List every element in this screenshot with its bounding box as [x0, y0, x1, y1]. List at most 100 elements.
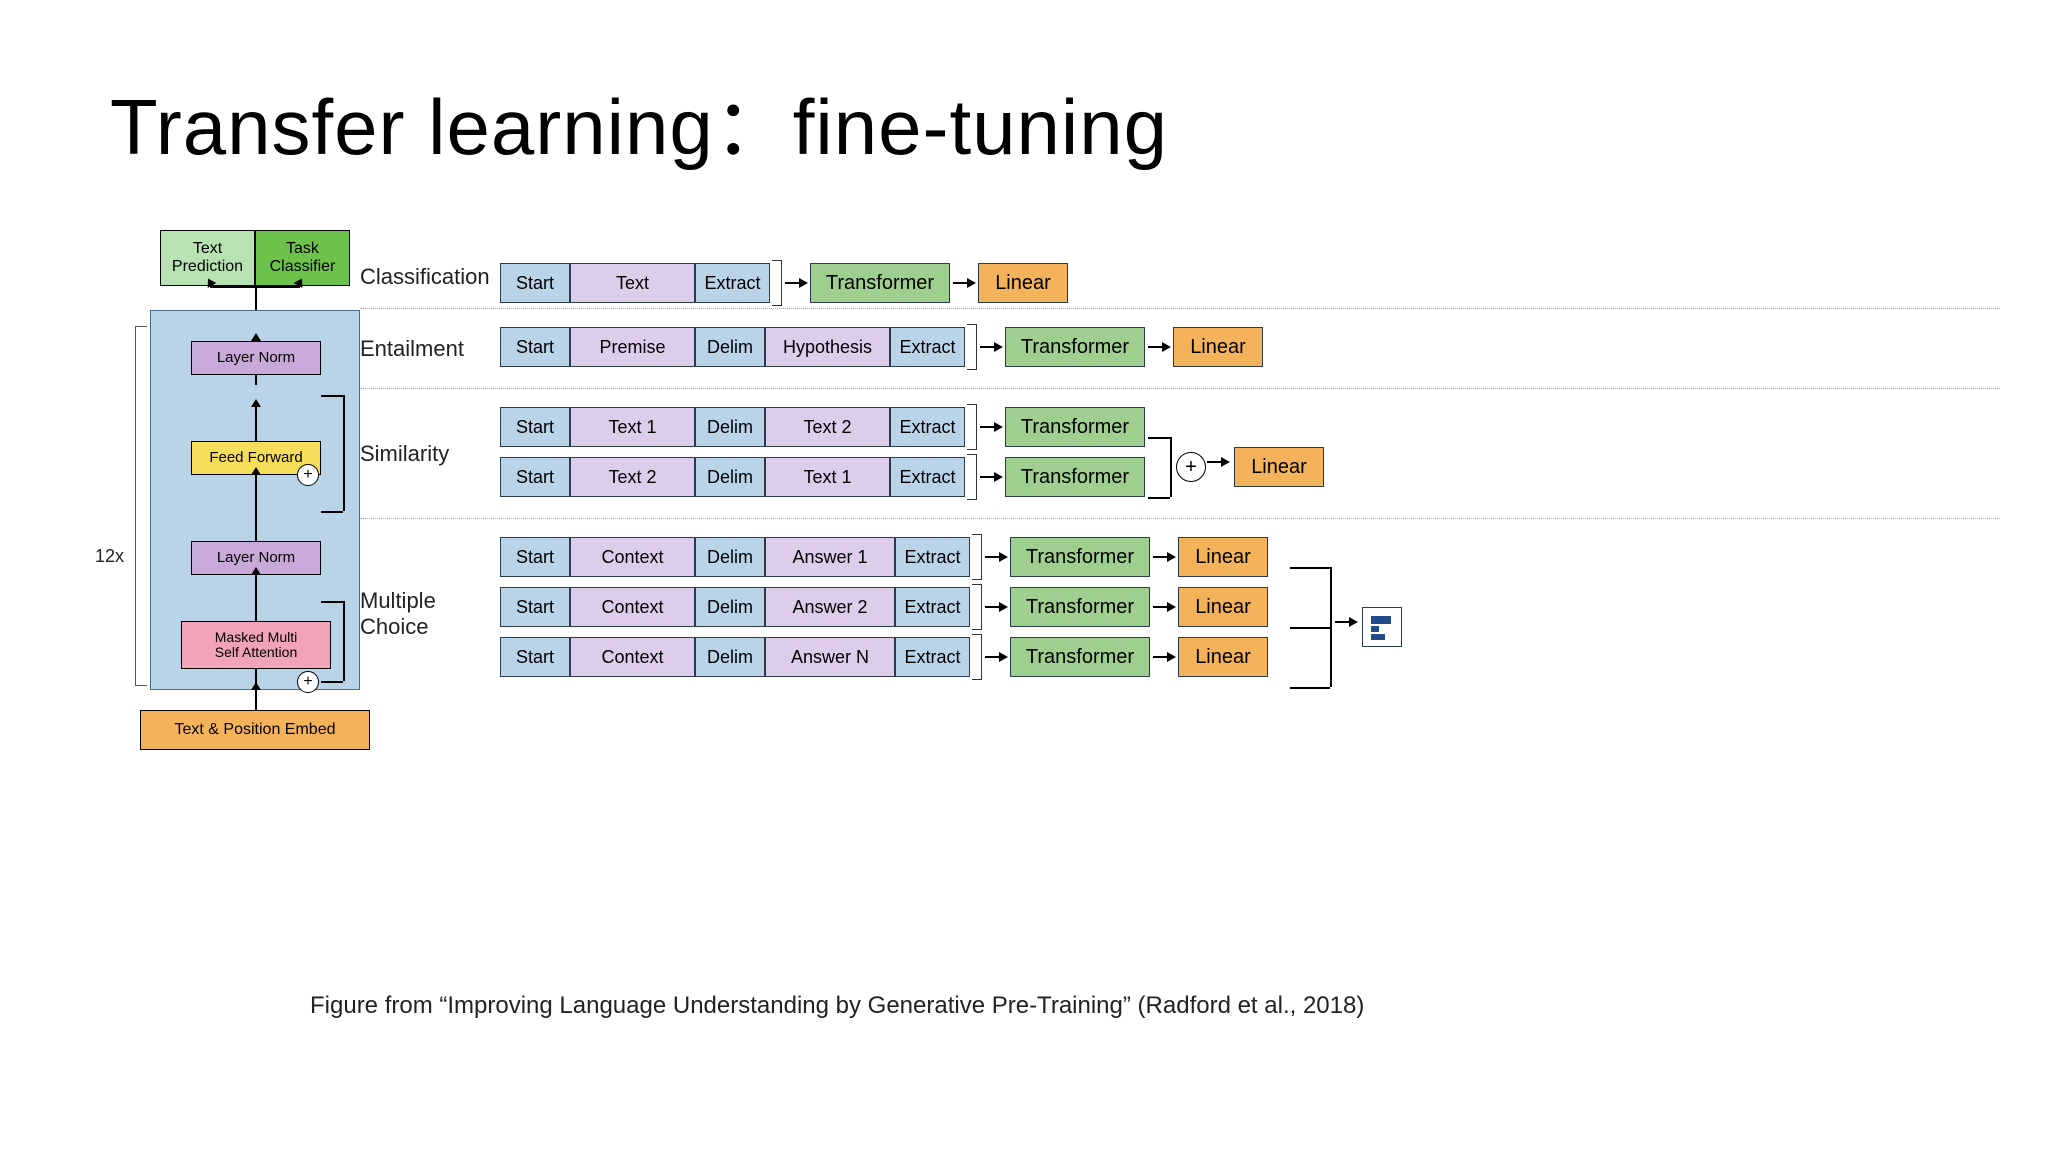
tok-text1: Text 1	[765, 457, 890, 497]
slide-title: Transfer learning：fine-tuning	[110, 65, 1168, 177]
diagram-stage: Text Prediction Task Classifier 12x Laye…	[0, 230, 2048, 1050]
arrow-icon	[1332, 617, 1360, 627]
bracket-icon	[967, 454, 977, 500]
architecture-column: Text Prediction Task Classifier 12x Laye…	[100, 230, 360, 750]
row-classification: Classification Start Text Extract Transf…	[360, 245, 2000, 309]
transformer-box: Transformer	[1010, 537, 1150, 577]
label-classification: Classification	[360, 264, 495, 290]
row-similarity: Similarity Start Text 1 Delim Text 2 Ext…	[360, 389, 2000, 519]
residual-add-top: +	[297, 464, 319, 486]
transformer-box: Transformer	[1010, 637, 1150, 677]
masked-self-attention-text: Masked Multi Self Attention	[181, 621, 331, 669]
tok-hypothesis: Hypothesis	[765, 327, 890, 367]
figure-caption: Figure from “Improving Language Understa…	[310, 992, 1364, 1020]
linear-box: Linear	[978, 263, 1068, 303]
arrow-icon	[1150, 602, 1178, 612]
arrow-icon	[982, 652, 1010, 662]
seq-entailment: Start Premise Delim Hypothesis Extract T…	[500, 327, 2000, 367]
tok-extract: Extract	[695, 263, 770, 303]
caption-quote: “Improving Language Understanding by Gen…	[439, 992, 1131, 1019]
tok-delim: Delim	[695, 457, 765, 497]
seq-mc-n: Start Context Delim Answer N Extract Tra…	[500, 637, 2000, 677]
arrow-icon	[950, 278, 978, 288]
tok-extract: Extract	[890, 457, 965, 497]
bracket-icon	[972, 634, 982, 680]
tok-extract: Extract	[890, 407, 965, 447]
arrow-icon	[782, 278, 810, 288]
bracket-icon	[972, 534, 982, 580]
tok-delim: Delim	[695, 327, 765, 367]
bracket-icon	[967, 324, 977, 370]
arrow-icon	[977, 342, 1005, 352]
repeat-label: 12x	[95, 546, 124, 567]
linear-box: Linear	[1173, 327, 1263, 367]
bracket-icon	[772, 260, 782, 306]
tok-extract: Extract	[890, 327, 965, 367]
arrow-icon	[982, 552, 1010, 562]
row-entailment: Entailment Start Premise Delim Hypothesi…	[360, 309, 2000, 389]
arrow-icon	[977, 472, 1005, 482]
tok-start: Start	[500, 637, 570, 677]
tok-premise: Premise	[570, 327, 695, 367]
embedding-box: Text & Position Embed	[140, 710, 370, 750]
tok-start: Start	[500, 263, 570, 303]
tok-context: Context	[570, 587, 695, 627]
tok-start: Start	[500, 407, 570, 447]
tok-start: Start	[500, 457, 570, 497]
repeat-bracket	[135, 326, 147, 686]
row-multiple-choice: Multiple Choice Start Context Delim Answ…	[360, 519, 2000, 709]
transformer-box: Transformer	[1005, 327, 1145, 367]
output-heads: Text Prediction Task Classifier	[160, 230, 350, 286]
tok-delim: Delim	[695, 407, 765, 447]
label-similarity: Similarity	[360, 441, 495, 467]
bracket-icon	[967, 404, 977, 450]
tok-text2: Text 2	[570, 457, 695, 497]
linear-box: Linear	[1178, 637, 1268, 677]
transformer-box: Transformer	[810, 263, 950, 303]
seq-classification: Start Text Extract Transformer Linear	[500, 263, 2000, 303]
residual-add-bottom: +	[297, 671, 319, 693]
layer-norm-top: Layer Norm	[191, 341, 321, 375]
arrow-icon	[1204, 457, 1232, 467]
transformer-box: Transformer	[1005, 407, 1145, 447]
label-multiple-choice: Multiple Choice	[360, 588, 495, 640]
tok-delim: Delim	[695, 537, 765, 577]
tok-extract: Extract	[895, 587, 970, 627]
tok-answer: Answer N	[765, 637, 895, 677]
arrow-icon	[977, 422, 1005, 432]
arrow-icon	[1145, 342, 1173, 352]
tok-start: Start	[500, 587, 570, 627]
tok-context: Context	[570, 537, 695, 577]
seq-mc-1: Start Context Delim Answer 1 Extract Tra…	[500, 537, 2000, 577]
tok-extract: Extract	[895, 637, 970, 677]
seq-mc-2: Start Context Delim Answer 2 Extract Tra…	[500, 587, 2000, 627]
transformer-box: Transformer	[1005, 457, 1145, 497]
bracket-icon	[972, 584, 982, 630]
tok-start: Start	[500, 537, 570, 577]
arrow-icon	[1150, 652, 1178, 662]
arrow-icon	[1150, 552, 1178, 562]
seq-similarity-a: Start Text 1 Delim Text 2 Extract Transf…	[500, 407, 2000, 447]
transformer-block: Layer Norm Feed Forward Layer Norm Maske…	[150, 310, 360, 690]
transformer-box: Transformer	[1010, 587, 1150, 627]
caption-prefix: Figure from	[310, 992, 439, 1019]
task-classifier-head: Task Classifier	[255, 230, 350, 286]
tok-text: Text	[570, 263, 695, 303]
softmax-icon	[1362, 607, 1402, 647]
tok-start: Start	[500, 327, 570, 367]
label-entailment: Entailment	[360, 336, 495, 362]
task-rows: Classification Start Text Extract Transf…	[360, 245, 2000, 709]
tok-text2: Text 2	[765, 407, 890, 447]
tok-extract: Extract	[895, 537, 970, 577]
tok-answer: Answer 2	[765, 587, 895, 627]
tok-text1: Text 1	[570, 407, 695, 447]
linear-box: Linear	[1178, 537, 1268, 577]
tok-context: Context	[570, 637, 695, 677]
arrow-icon	[982, 602, 1010, 612]
caption-suffix: (Radford et al., 2018)	[1131, 992, 1364, 1019]
tok-answer: Answer 1	[765, 537, 895, 577]
sum-icon: +	[1176, 452, 1206, 482]
linear-box: Linear	[1178, 587, 1268, 627]
linear-box: Linear	[1234, 447, 1324, 487]
tok-delim: Delim	[695, 637, 765, 677]
